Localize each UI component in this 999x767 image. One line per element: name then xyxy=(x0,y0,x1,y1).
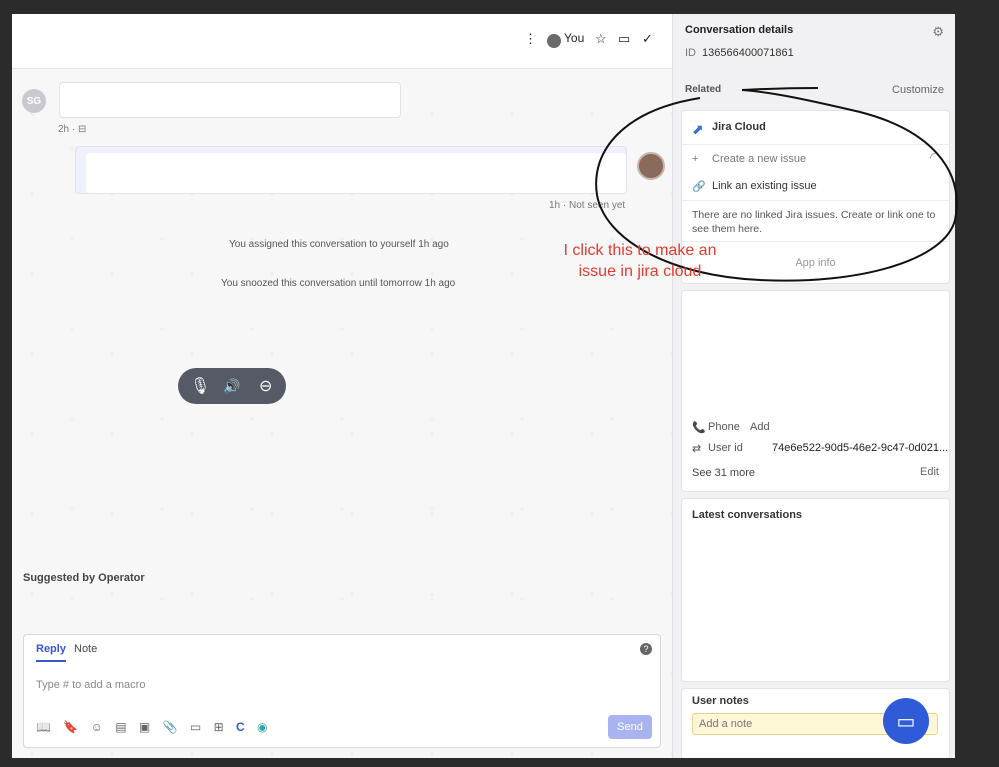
image-icon[interactable]: ▣ xyxy=(139,720,150,734)
send-button[interactable]: Send xyxy=(608,715,652,739)
agent-avatar xyxy=(637,152,665,180)
help-icon[interactable]: ? xyxy=(640,643,652,655)
phone-icon: 📞 xyxy=(692,422,706,434)
user-attributes-card: 📞 Phone Add ⇄ User id 74e6e522-90d5-46e2… xyxy=(681,290,950,492)
star-icon[interactable]: ☆ xyxy=(595,31,607,47)
book-icon[interactable]: 📖 xyxy=(36,720,51,734)
panel-title: Conversation details xyxy=(685,24,794,36)
conversation-id: ID 136566400071861 xyxy=(685,47,794,59)
reply-composer[interactable]: Reply Note ? Type # to add a macro 📖 🔖 ☺… xyxy=(23,634,661,748)
conversation-thread: ⋮ You ☆ ▭ ✓ SG 2h · ⊟ 1h · Not seen yet … xyxy=(12,14,672,758)
latest-conversations-card: Latest conversations xyxy=(681,498,950,682)
plus-icon: + xyxy=(692,153,699,165)
customer-message xyxy=(59,82,401,118)
user-notes-title: User notes xyxy=(692,695,749,707)
apps-icon[interactable]: ⊞ xyxy=(214,720,224,734)
agent-message xyxy=(75,146,627,194)
macro-input[interactable]: Type # to add a macro xyxy=(36,679,145,691)
link-icon: 🔗 xyxy=(692,181,706,193)
gif-icon[interactable]: ▤ xyxy=(115,720,126,734)
jira-empty-text: There are no linked Jira issues. Create … xyxy=(692,209,936,235)
messenger-launcher-icon[interactable]: ▭ xyxy=(883,698,929,744)
user-id-icon: ⇄ xyxy=(692,443,702,455)
details-panel: Conversation details ⚙ ID 136566400071861… xyxy=(672,14,955,758)
related-heading: Related xyxy=(685,84,722,95)
message-meta: 2h · ⊟ xyxy=(58,124,87,135)
globe-icon[interactable]: ◉ xyxy=(257,720,267,734)
inbox-icon[interactable]: ▭ xyxy=(618,31,630,47)
suggested-label: Suggested by Operator xyxy=(23,572,145,584)
create-issue-link[interactable]: Create a new issue xyxy=(712,153,806,165)
call-controls: 🎙 🔊 ⊖ xyxy=(178,368,286,404)
more-vertical-icon[interactable]: ⋮ xyxy=(524,31,537,47)
speaker-icon[interactable]: 🔊 xyxy=(223,378,240,395)
edit-link[interactable]: Edit xyxy=(920,466,939,478)
assignee-label[interactable]: You xyxy=(564,31,584,45)
note-icon: ⊟ xyxy=(78,124,87,135)
emoji-icon[interactable]: ☺ xyxy=(91,720,103,734)
message-status: 1h · Not seen yet xyxy=(549,200,626,211)
see-more-link[interactable]: See 31 more xyxy=(692,467,755,479)
hangup-icon[interactable]: ⊖ xyxy=(259,376,272,396)
latest-conversations-title: Latest conversations xyxy=(692,509,803,521)
phone-add-link[interactable]: Add xyxy=(750,421,770,433)
gear-icon[interactable]: ⚙ xyxy=(932,24,944,40)
check-icon[interactable]: ✓ xyxy=(642,31,653,47)
link-issue-link[interactable]: Link an existing issue xyxy=(712,180,817,192)
loading-spinner-icon: ◜ xyxy=(930,149,936,165)
app-window: ⋮ You ☆ ▭ ✓ SG 2h · ⊟ 1h · Not seen yet … xyxy=(12,14,955,758)
c-icon[interactable]: C xyxy=(236,720,245,734)
jira-title: Jira Cloud xyxy=(712,121,766,133)
customize-link[interactable]: Customize xyxy=(892,84,944,96)
jira-icon: ⬈ xyxy=(692,121,704,137)
composer-tools: 📖 🔖 ☺ ▤ ▣ 📎 ▭ ⊞ C ◉ xyxy=(36,720,276,734)
attachment-icon[interactable]: 📎 xyxy=(163,720,178,734)
annotation-text: I click this to make an issue in jira cl… xyxy=(563,242,717,280)
bookmark-icon[interactable]: 🔖 xyxy=(63,720,78,734)
conversation-toolbar: ⋮ You ☆ ▭ ✓ xyxy=(12,14,672,69)
sender-avatar: SG xyxy=(22,89,46,113)
user-id-value: 74e6e522-90d5-46e2-9c47-0d021... xyxy=(772,442,949,454)
assignee-avatar xyxy=(547,34,561,48)
tab-note[interactable]: Note xyxy=(74,643,97,655)
user-id-label: User id xyxy=(708,442,743,454)
tab-reply[interactable]: Reply xyxy=(36,643,66,662)
phone-label: Phone xyxy=(708,421,740,433)
article-icon[interactable]: ▭ xyxy=(190,720,201,734)
mute-mic-icon[interactable]: 🎙 xyxy=(190,376,210,396)
